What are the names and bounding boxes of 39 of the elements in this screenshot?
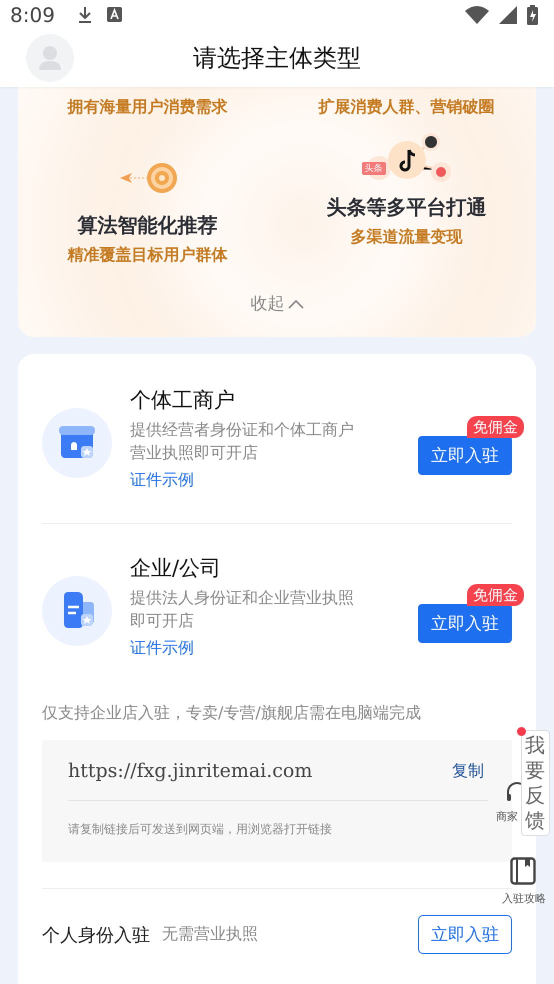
signal-icon (499, 6, 517, 24)
commission-free-badge: 免佣金 (467, 584, 524, 606)
entity-description: 提供法人身份证和企业营业执照即可开店 (130, 587, 355, 632)
wifi-icon (465, 6, 489, 24)
commission-free-badge: 免佣金 (467, 416, 524, 438)
document-icon (42, 576, 112, 646)
store-icon (42, 408, 112, 478)
page-title: 请选择主体类型 (193, 43, 361, 74)
guide-label[interactable]: 入驻攻略 (502, 891, 546, 906)
feature-subtitle: 拥有海量用户消费需求 (68, 97, 228, 118)
download-icon (76, 6, 93, 24)
feature-subtitle: 精准覆盖目标用户群体 (68, 245, 228, 266)
notice-text: 仅支持企业店入驻，专卖/专营/旗舰店需在电脑端完成 (42, 703, 422, 724)
entity-description: 提供经营者身份证和个体工商户营业执照即可开店 (130, 419, 355, 464)
feature-subtitle: 多渠道流量变现 (350, 227, 462, 248)
personal-entry-note: 无需营业执照 (162, 924, 258, 945)
sample-link[interactable]: 证件示例 (130, 638, 418, 659)
status-time: 8:09 (10, 2, 55, 26)
collapse-button[interactable]: 收起 (250, 292, 304, 315)
hint-text: 请复制链接后可发送到网页端，用浏览器打开链接 (68, 821, 333, 838)
entity-type-name: 个体工商户 (130, 387, 236, 414)
feature-title: 头条等多平台打通 (326, 194, 486, 221)
book-icon[interactable] (510, 857, 536, 885)
join-button[interactable]: 立即入驻 (418, 604, 512, 643)
sample-link[interactable]: 证件示例 (130, 470, 418, 491)
chevron-up-icon (288, 298, 304, 308)
join-button[interactable]: 立即入驻 (418, 915, 512, 954)
platform-tag: 头条 (362, 162, 386, 175)
copy-button[interactable]: 复制 (452, 760, 484, 782)
join-button[interactable]: 立即入驻 (418, 436, 512, 475)
feature-title: 算法智能化推荐 (78, 212, 218, 239)
personal-entry-title: 个人身份入驻 (42, 924, 150, 946)
app-notification-icon (106, 7, 122, 22)
feedback-button[interactable]: 我要反馈 (521, 730, 550, 836)
url-text: https://fxg.jinritemai.com (68, 760, 312, 782)
battery-icon (527, 4, 538, 24)
assistant-label[interactable]: 商家 (496, 809, 518, 824)
entity-type-name: 企业/公司 (130, 555, 222, 582)
feature-subtitle: 扩展消费人群、营销破圈 (318, 97, 494, 118)
